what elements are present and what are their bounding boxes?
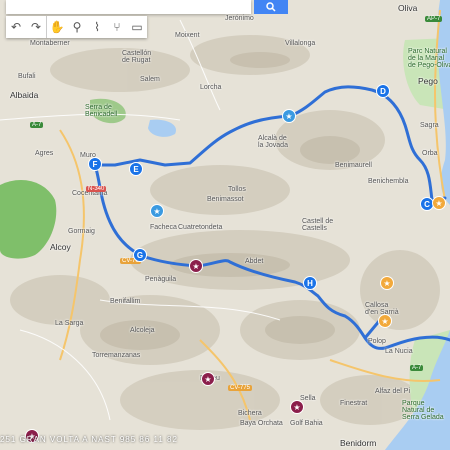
polyline-icon[interactable]: ⌇ [87,16,107,38]
label-benimaurell: Benimaurell [335,162,372,169]
label-abdet: Abdet [245,258,264,265]
road-shield-cv775: CV-775 [228,385,253,391]
label-sella: Sella [300,395,316,402]
label-torremanzanas: Torremanzanas [92,352,141,359]
undo-icon[interactable]: ↶ [6,16,26,38]
label-alfaz: Alfaz del Pi [375,388,411,395]
label-benichembla: Benichembla [368,178,409,185]
label-sarga: La Sarga [55,320,84,327]
label-villalonga: Villalonga [285,40,316,47]
watermark: 251 GRAN VOLTA A NAST 985 86 11 82 [0,435,178,444]
label-benimassot: Benimassot [207,196,244,203]
label-finestrat: Finestrat [340,400,368,407]
label-bufali: Bufali [18,73,36,80]
waypoint-e[interactable]: E [129,162,143,176]
label-bichera: Bichera [238,410,262,417]
label-salem: Salem [140,76,160,83]
label-pego: Pego [418,76,438,86]
search-input[interactable] [6,0,251,14]
label-oliva: Oliva [398,3,418,13]
label-serra-gelada: Parque Natural de Serra Gelada [402,400,444,421]
waypoint-d[interactable]: D [376,84,390,98]
label-orba: Orba [422,150,438,157]
label-alcoy: Alcoy [50,242,71,252]
poi-star-icon[interactable]: ★ [282,109,296,123]
map-toolbar: ↶ ↷ ✋ ⚲ ⌇ ⑂ ▭ [6,16,147,38]
ruler-icon[interactable]: ▭ [127,16,147,38]
road-shield-a7-south: A-7 [410,365,424,371]
label-tollos: Tollos [228,186,246,193]
waypoint-g[interactable]: G [133,248,147,262]
label-jeronimo: Jerónimo [225,15,254,22]
label-cuatretondeta: Cuatretondeta [178,224,223,231]
label-benicadell: Serra de Benicadell [85,104,118,118]
poi-star-icon[interactable]: ★ [380,276,394,290]
hand-icon[interactable]: ✋ [46,16,67,38]
label-lorcha: Lorcha [200,84,222,91]
label-castellon: Castellón de Rugat [122,50,152,64]
route-icon[interactable]: ⑂ [107,16,127,38]
label-benifallim: Benifallim [110,298,141,305]
label-agres: Agres [35,150,54,157]
poi-star-icon[interactable]: ★ [290,400,304,414]
redo-icon[interactable]: ↷ [26,16,46,38]
road-shield-ap7: AP-7 [425,16,443,22]
poi-star-icon[interactable]: ★ [201,372,215,386]
waypoint-f[interactable]: F [88,157,102,171]
label-gormaig: Gormaig [68,228,95,235]
label-polop: Polop [368,338,386,345]
poi-star-icon[interactable]: ★ [432,196,446,210]
label-orchata: Baya Orchata [240,420,283,427]
poi-star-icon[interactable]: ★ [150,204,164,218]
waypoint-h[interactable]: H [303,276,317,290]
label-nucia: La Nucia [385,348,413,355]
label-montaberner: Montaberner [30,40,70,47]
poi-star-icon[interactable]: ★ [378,314,392,328]
label-penaguila: Penàguila [145,276,177,283]
label-facheca: Facheca [150,224,177,231]
label-alcoleja: Alcoleja [130,327,155,334]
road-shield-n340: N-340 [86,186,107,192]
label-benidorm: Benidorm [340,438,377,448]
label-castell: Castell de Castells [302,218,334,232]
search-button[interactable] [254,0,288,14]
label-golf: Golf Bahia [290,420,323,427]
marker-icon[interactable]: ⚲ [67,16,87,38]
search-icon [266,2,276,12]
road-shield-a7: A-7 [30,122,44,128]
label-albaida: Albaida [10,90,39,100]
map-canvas[interactable] [0,0,450,450]
label-parc-natural: Parc Natural de la Marjal de Pego-Oliva [408,48,450,69]
label-alcala: Alcalà de la Jovada [258,135,288,149]
poi-star-icon[interactable]: ★ [189,259,203,273]
label-sagra: Sagra [420,122,439,129]
label-moixent: Moixent [175,32,200,39]
